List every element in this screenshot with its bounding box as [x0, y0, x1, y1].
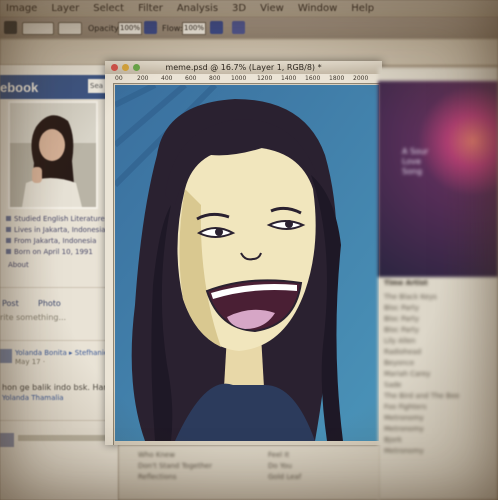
blurred-text: [18, 435, 108, 441]
info-lives: Lives in Jakarta, Indonesia: [6, 226, 106, 234]
airbrush-icon[interactable]: [144, 21, 157, 34]
track-row[interactable]: Reflections: [138, 473, 176, 481]
document-canvas[interactable]: [115, 85, 379, 441]
avatar[interactable]: [0, 433, 14, 447]
mode-dropdown[interactable]: [58, 22, 82, 35]
brush-tool-icon[interactable]: [4, 21, 17, 34]
info-born: Born on April 10, 1991: [6, 248, 93, 256]
album-art-text: A Sour Love Song: [402, 147, 429, 176]
photo-button[interactable]: Photo: [38, 299, 61, 308]
menu-filter[interactable]: Filter: [138, 3, 163, 14]
minimize-icon[interactable]: [122, 64, 129, 71]
ruler-tick: 1200: [257, 75, 273, 82]
cartoon-illustration: [115, 85, 379, 441]
menu-3d[interactable]: 3D: [232, 3, 246, 14]
document-title-bar[interactable]: meme.psd @ 16.7% (Layer 1, RGB/8) *: [105, 61, 382, 74]
track-row[interactable]: Lily Allen: [384, 337, 494, 346]
document-title: meme.psd @ 16.7% (Layer 1, RGB/8) *: [165, 63, 322, 72]
ruler-tick: 00: [115, 75, 123, 82]
status-composer-input[interactable]: rite something...: [0, 313, 66, 322]
track-row[interactable]: Bloc Party: [384, 315, 494, 324]
feed-arrow: ▸: [69, 349, 73, 357]
track-row[interactable]: Don't Stand Together: [138, 462, 212, 470]
photo-of-screen: Image Layer Select Filter Analysis 3D Vi…: [0, 0, 498, 500]
facebook-logo[interactable]: ebook: [0, 80, 38, 95]
flow-field[interactable]: 100%: [182, 22, 206, 35]
menu-help[interactable]: Help: [351, 3, 374, 14]
vertical-ruler[interactable]: [105, 83, 114, 445]
track-row[interactable]: Sade: [384, 381, 494, 390]
ruler-tick: 1800: [329, 75, 345, 82]
menu-window[interactable]: Window: [298, 3, 337, 14]
track-row[interactable]: Bloc Party: [384, 326, 494, 335]
feed-post-meta: May 17 ·: [15, 358, 46, 366]
close-icon[interactable]: [111, 64, 118, 71]
track-row[interactable]: The Bird and The Bee: [384, 392, 494, 401]
profile-photo-image: [10, 103, 96, 207]
horizontal-ruler[interactable]: 00 200 400 600 800 1000 1200 1400 1600 1…: [105, 74, 382, 84]
ruler-tick: 600: [185, 75, 197, 82]
post-button[interactable]: Post: [2, 299, 19, 308]
track-list-header[interactable]: Time Artist: [384, 279, 494, 288]
track-row[interactable]: Beyonce: [384, 359, 494, 368]
feed-author-link[interactable]: Yolanda Bonita: [15, 349, 67, 357]
feed-post-text: hon ge balik indo bsk. Hari: [2, 383, 109, 392]
track-row[interactable]: Metronomy: [384, 447, 494, 456]
zoom-icon[interactable]: [133, 64, 140, 71]
menu-bar: Image Layer Select Filter Analysis 3D Vi…: [0, 0, 498, 17]
music-player-window: A Sour Love Song Time Artist The Black K…: [378, 67, 498, 500]
divider: [0, 287, 118, 288]
tablet-pressure-icon[interactable]: [210, 21, 223, 34]
ruler-tick: 1600: [305, 75, 321, 82]
menu-view[interactable]: View: [260, 3, 284, 14]
track-row[interactable]: The Black Keys: [384, 293, 494, 302]
track-row[interactable]: Bjork: [384, 436, 494, 445]
menu-layer[interactable]: Layer: [51, 3, 79, 14]
divider: [0, 340, 118, 341]
track-row[interactable]: Mariah Carey: [384, 370, 494, 379]
profile-photo[interactable]: [8, 101, 98, 209]
options-bar: Opacity: 100% Flow: 100%: [0, 17, 498, 39]
track-row[interactable]: Metronomy: [384, 425, 494, 434]
ruler-tick: 400: [161, 75, 173, 82]
track-row[interactable]: Metronomy: [384, 414, 494, 423]
track-row[interactable]: Who Knew: [138, 451, 175, 459]
about-link[interactable]: About: [8, 261, 29, 269]
track-row[interactable]: Gold Leaf: [268, 473, 301, 481]
track-row[interactable]: Radiohead: [384, 348, 494, 357]
feed-target-link[interactable]: Stefhanie: [75, 349, 108, 357]
ruler-tick: 1000: [231, 75, 247, 82]
info-from: From Jakarta, Indonesia: [6, 237, 96, 245]
brush-preset-dropdown[interactable]: [22, 22, 54, 35]
panel-toggle-icon[interactable]: [232, 21, 245, 34]
menu-analysis[interactable]: Analysis: [177, 3, 218, 14]
feed-post-author2[interactable]: Yolanda Thamalia: [2, 394, 64, 402]
opacity-label: Opacity:: [88, 24, 121, 33]
ruler-tick: 200: [137, 75, 149, 82]
album-art[interactable]: [378, 81, 498, 277]
track-row[interactable]: Foo Fighters: [384, 403, 494, 412]
track-row[interactable]: Bloc Party: [384, 304, 494, 313]
facebook-profile-window: ebook Sea Studied English Literature at …: [0, 65, 127, 500]
opacity-field[interactable]: 100%: [118, 22, 142, 35]
photoshop-document-window: meme.psd @ 16.7% (Layer 1, RGB/8) * 00 2…: [105, 61, 382, 445]
avatar[interactable]: [0, 349, 12, 363]
bottom-track-list: Who Knew Don't Stand Together Reflection…: [118, 445, 380, 500]
track-row[interactable]: Feel It: [268, 451, 289, 459]
flow-label: Flow:: [162, 24, 183, 33]
menu-image[interactable]: Image: [6, 3, 37, 14]
track-row[interactable]: Do You: [268, 462, 292, 470]
ruler-tick: 800: [209, 75, 221, 82]
ruler-tick: 1400: [281, 75, 297, 82]
menu-select[interactable]: Select: [93, 3, 124, 14]
ruler-tick: 2000: [353, 75, 369, 82]
divider: [0, 420, 118, 421]
feed-post-header: Yolanda Bonita ▸ Stefhanie: [15, 349, 108, 357]
